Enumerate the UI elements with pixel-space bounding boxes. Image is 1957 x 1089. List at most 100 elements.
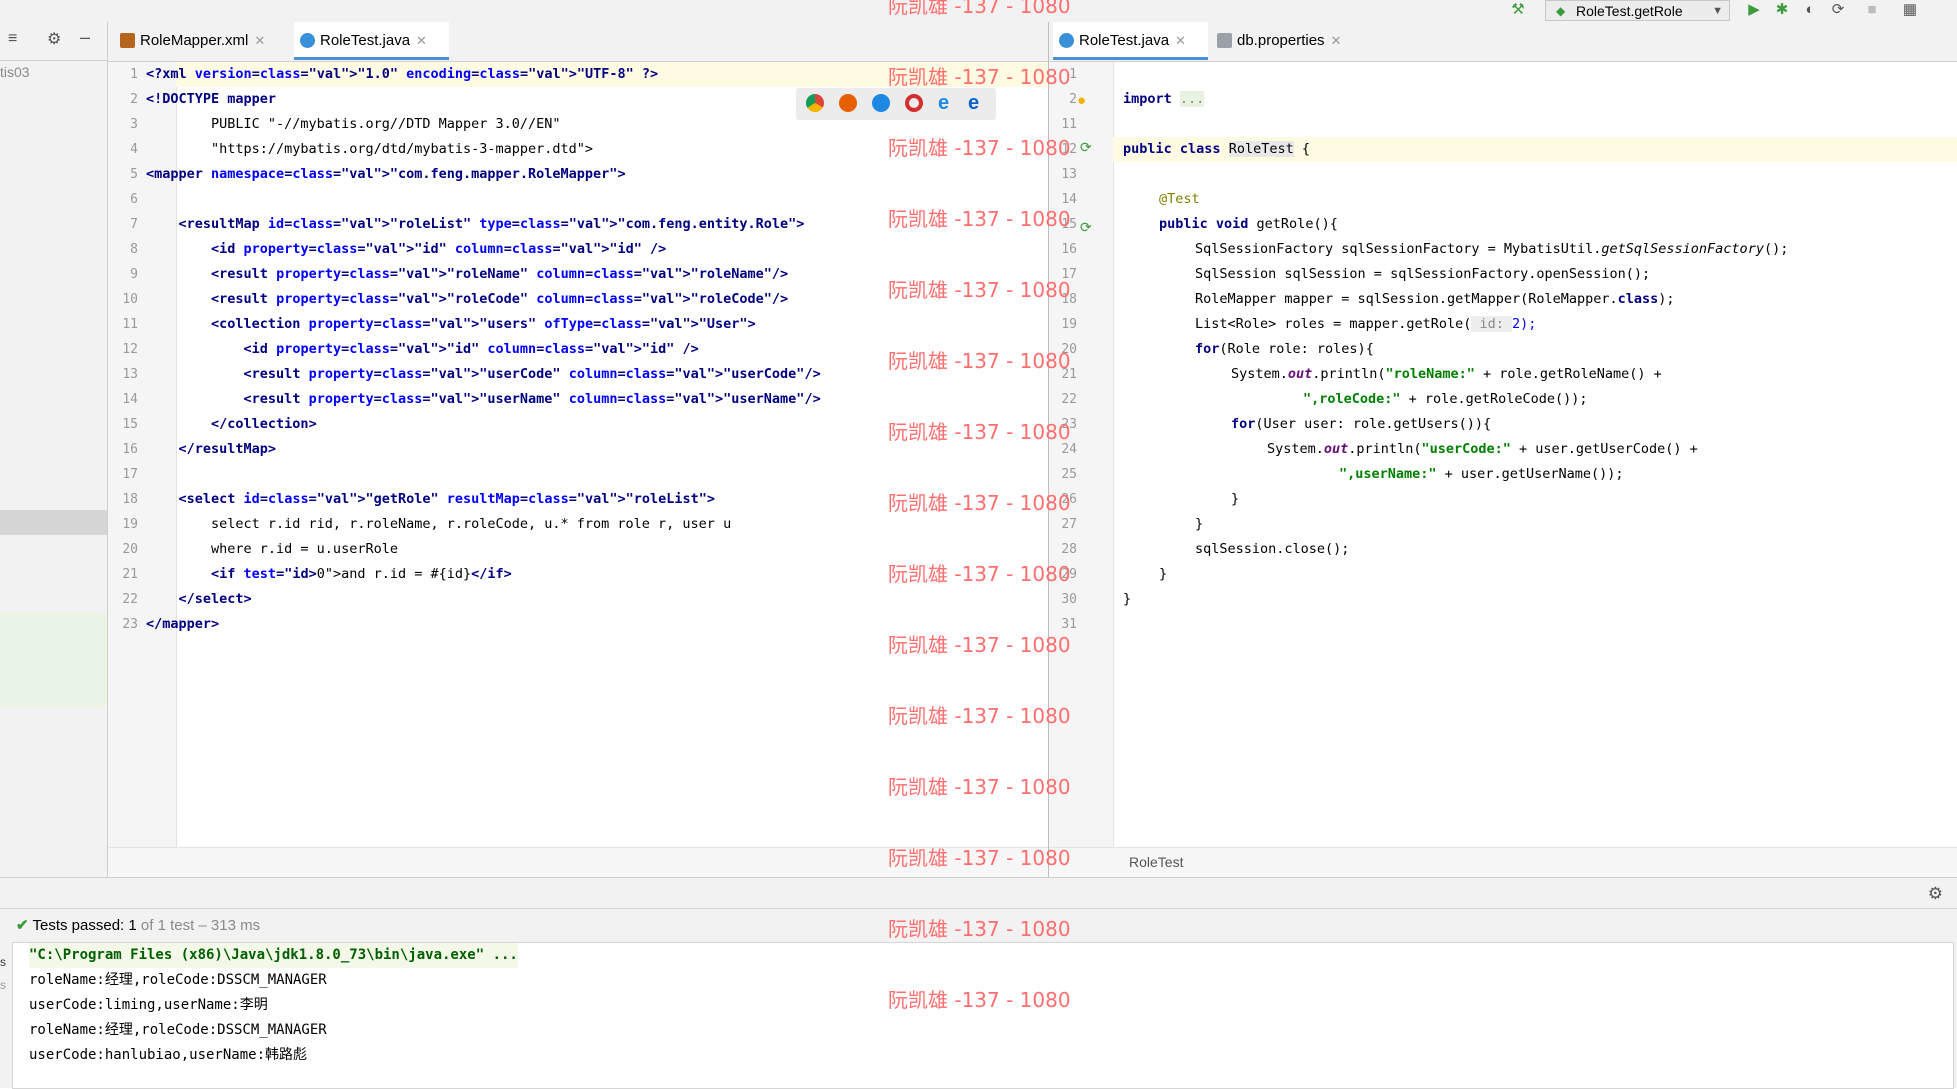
line-number: 6 — [130, 192, 138, 207]
line-number: 23 — [122, 617, 138, 632]
tab-roletest-java-left[interactable]: RoleTest.java ✕ — [294, 22, 449, 60]
l18b: class — [1617, 291, 1659, 307]
l24c: .println( — [1348, 441, 1422, 457]
code-line-2: import ... — [1123, 87, 1205, 112]
line-number: 8 — [130, 242, 138, 257]
code-line: </mapper> — [146, 616, 220, 632]
console-side-icon[interactable]: s — [0, 978, 6, 992]
console-line: roleName:经理,roleCode:DSSCM_MANAGER — [29, 972, 327, 988]
edge-icon[interactable]: e — [968, 92, 979, 115]
run-icon[interactable]: ▶ — [1744, 0, 1764, 20]
tests-passed-detail: of 1 test – 313 ms — [140, 917, 261, 934]
run-gutter-method-icon[interactable]: ⟳ — [1080, 219, 1092, 236]
coverage-icon[interactable]: ◐ — [1800, 0, 1820, 20]
code-line-23: for(User user: role.getUsers()){ — [1231, 412, 1491, 437]
import-fold[interactable]: ... — [1179, 91, 1205, 107]
ie-icon[interactable]: e — [938, 92, 949, 115]
tab-rolemapper-xml[interactable]: RoleMapper.xml ✕ — [114, 22, 294, 60]
l19b: 2); — [1511, 316, 1537, 332]
line-number: 15 — [122, 417, 138, 432]
code-line: <id property=class="val">"id" column=cla… — [211, 241, 667, 257]
watermark: 阮凯雄 -137 - 1080 — [888, 278, 1071, 302]
code-line: <?xml version=class="val">"1.0" encoding… — [146, 66, 659, 82]
build-hammer-icon[interactable]: ⚒ — [1508, 0, 1528, 20]
watermark: 阮凯雄 -137 - 1080 — [888, 207, 1071, 231]
close-icon[interactable]: ✕ — [1175, 33, 1186, 48]
watermark: 阮凯雄 -137 - 1080 — [888, 846, 1071, 870]
project-tree-label[interactable]: tis03 — [0, 64, 30, 80]
breadcrumb[interactable]: RoleTest — [1129, 854, 1183, 870]
run-configuration-select[interactable]: ◆ RoleTest.getRole ▼ — [1545, 0, 1730, 21]
class-keyword: public class — [1123, 141, 1221, 157]
gear-icon[interactable]: ⚙ — [47, 29, 61, 49]
browser-popup: e e — [796, 88, 996, 120]
console-output[interactable]: "C:\Program Files (x86)\Java\jdk1.8.0_73… — [12, 942, 1954, 1089]
tab-db-properties[interactable]: db.properties ✕ — [1211, 22, 1371, 60]
code-line: <!DOCTYPE mapper — [146, 91, 277, 107]
minimize-icon[interactable]: – — [80, 27, 90, 48]
l18a: RoleMapper mapper = sqlSession.getMapper… — [1195, 291, 1618, 307]
profile-icon[interactable]: ⟳ — [1828, 0, 1848, 20]
line-number: 21 — [122, 567, 138, 582]
tab-label: RoleTest.java — [320, 32, 411, 49]
import-keyword: import — [1123, 91, 1172, 107]
close-icon[interactable]: ✕ — [1331, 33, 1342, 48]
tab-roletest-java-right[interactable]: RoleTest.java ✕ — [1053, 22, 1208, 60]
tests-passed-count: 1 — [128, 917, 137, 934]
debug-icon[interactable]: ✱ — [1772, 0, 1792, 20]
code-line-21: System.out.println("roleName:" + role.ge… — [1231, 362, 1662, 387]
opera-icon[interactable] — [905, 94, 923, 112]
firefox-icon[interactable] — [839, 94, 857, 112]
l24s: "userCode:" — [1421, 441, 1511, 457]
right-breadcrumb-bar: RoleTest — [1049, 847, 1957, 878]
code-line: <resultMap id=class="val">"roleList" typ… — [178, 216, 805, 232]
watermark: 阮凯雄 -137 - 1080 — [888, 988, 1071, 1012]
line-number: 22 — [1061, 392, 1077, 407]
line-number: 1 — [130, 67, 138, 82]
line-number: 17 — [122, 467, 138, 482]
l21c: .println( — [1312, 366, 1386, 382]
code-line: "https://mybatis.org/dtd/mybatis-3-mappe… — [146, 141, 594, 157]
right-editor[interactable]: 1 2 11 12 13 14 15 16 17 18 19 20 21 22 23 24 25 26 27 28 29… — [1049, 62, 1957, 878]
line-number: 2 — [1069, 92, 1077, 107]
tests-passed-label: Tests passed: — [32, 917, 125, 934]
left-editor[interactable]: 1 <?xml version=class="val">"1.0" encodin… — [108, 62, 1048, 878]
run-gutter-class-icon[interactable]: ⟳ — [1080, 139, 1092, 156]
l20: (Role role: roles){ — [1219, 341, 1374, 357]
code-line-17: SqlSession sqlSession = sqlSessionFactor… — [1195, 266, 1651, 282]
collapse-all-icon[interactable]: ≡ — [8, 30, 17, 48]
code-line: </collection> — [211, 416, 317, 432]
tab-label: db.properties — [1237, 32, 1325, 49]
console-side-icon[interactable]: s — [0, 955, 6, 969]
lightbulb-icon[interactable]: ● — [1077, 92, 1086, 109]
java-class-icon — [1059, 33, 1074, 48]
close-icon[interactable]: ✕ — [254, 33, 265, 48]
project-tree-selection[interactable] — [0, 510, 107, 535]
test-status: ✔ Tests passed: 1 of 1 test – 313 ms — [16, 916, 260, 934]
safari-icon[interactable] — [872, 94, 890, 112]
line-number: 10 — [122, 292, 138, 307]
l24d: + user.getUserCode() + — [1510, 441, 1698, 457]
l25s: ",userName:" — [1339, 466, 1437, 482]
line-number: 13 — [122, 367, 138, 382]
l22s: ",roleCode:" — [1303, 391, 1401, 407]
line-number: 22 — [122, 592, 138, 607]
line-number: 16 — [122, 442, 138, 457]
gear-icon[interactable]: ⚙ — [1928, 884, 1943, 904]
code-line: <result property=class="val">"roleName" … — [211, 266, 789, 282]
console-line: roleName:经理,roleCode:DSSCM_MANAGER — [29, 1022, 327, 1038]
close-icon[interactable]: ✕ — [416, 33, 427, 48]
code-line-12: public class RoleTest { — [1123, 137, 1310, 162]
stop-icon[interactable]: ■ — [1862, 0, 1882, 20]
method-signature: getRole(){ — [1256, 216, 1338, 232]
chrome-icon[interactable] — [806, 94, 824, 112]
line-number: 30 — [1061, 592, 1077, 607]
properties-file-icon — [1217, 33, 1232, 48]
l16b: getSqlSessionFactory — [1601, 241, 1764, 257]
line-number: 19 — [1061, 317, 1077, 332]
line-number: 5 — [130, 167, 138, 182]
watermark: 阮凯雄 -137 - 1080 — [888, 420, 1071, 444]
code-line-14: @Test — [1159, 191, 1200, 207]
project-structure-icon[interactable]: ▦ — [1900, 0, 1920, 20]
code-line-24: System.out.println("userCode:" + user.ge… — [1267, 437, 1698, 462]
